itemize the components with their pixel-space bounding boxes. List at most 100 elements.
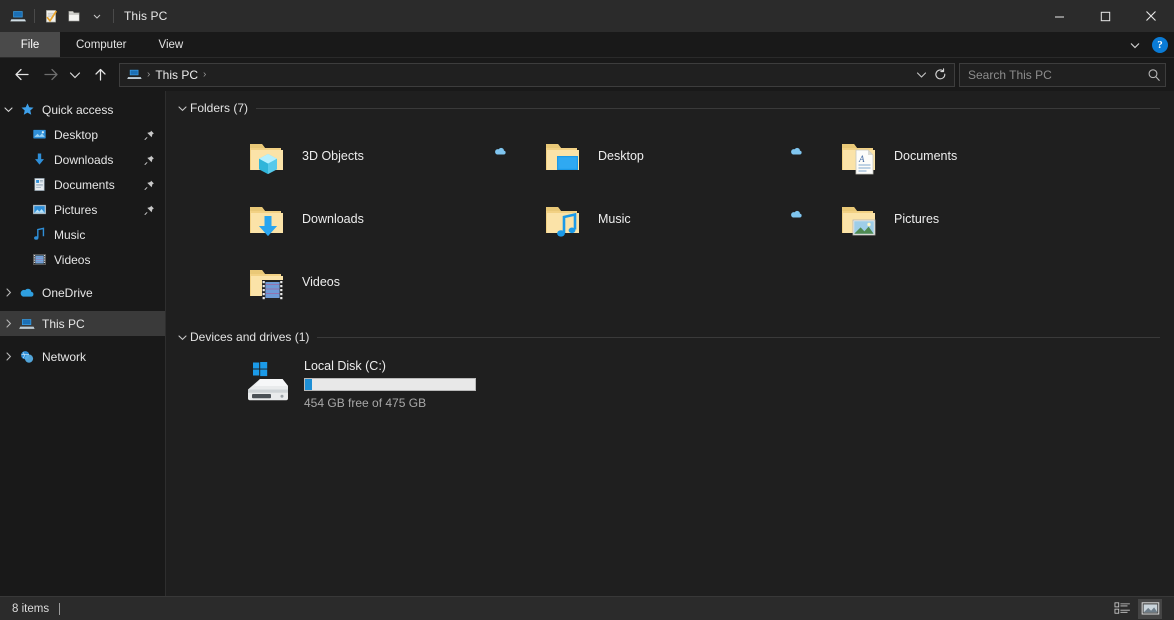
tab-computer[interactable]: Computer: [60, 32, 143, 57]
list-item[interactable]: Pictures: [780, 187, 1076, 250]
svg-text:A: A: [858, 154, 865, 164]
recent-locations-button[interactable]: [64, 62, 86, 88]
pin-icon[interactable]: [144, 154, 155, 165]
chevron-right-icon[interactable]: [0, 288, 17, 297]
sidebar-item-downloads[interactable]: Downloads: [0, 147, 165, 172]
item-label: Music: [598, 211, 631, 226]
pin-icon[interactable]: [144, 179, 155, 190]
large-icons-view-button[interactable]: [1138, 598, 1162, 619]
navigation-pane: Quick access Desktop Downloads Documents…: [0, 91, 166, 596]
videos-icon: [29, 252, 49, 267]
ribbon-expand-chevron-icon[interactable]: [1126, 36, 1144, 54]
folder-pictures-icon: [836, 195, 884, 243]
sidebar-item-this-pc[interactable]: This PC: [0, 311, 165, 336]
music-icon: [29, 227, 49, 242]
folder-tile-grid: 3D Objects Desktop A Documents Downloads…: [166, 118, 1174, 313]
sidebar-label: Pictures: [54, 202, 98, 217]
sidebar-item-onedrive[interactable]: OneDrive: [0, 280, 165, 305]
sidebar-item-music[interactable]: Music: [0, 222, 165, 247]
sidebar-item-network[interactable]: Network: [0, 344, 165, 369]
list-item[interactable]: Local Disk (C:) 454 GB free of 475 GB: [166, 347, 1174, 410]
list-item[interactable]: Downloads: [188, 187, 484, 250]
item-label: Pictures: [894, 211, 940, 226]
onedrive-cloud-status-icon: [494, 146, 507, 156]
tab-file[interactable]: File: [0, 32, 60, 57]
breadcrumb-item-this-pc[interactable]: This PC: [152, 68, 201, 82]
qat-divider-1: [34, 9, 35, 23]
cloud-icon: [17, 285, 37, 301]
sidebar-item-documents[interactable]: Documents: [0, 172, 165, 197]
details-view-button[interactable]: [1110, 599, 1134, 619]
sidebar-label: Downloads: [54, 152, 114, 167]
address-bar: › This PC › Search This PC: [0, 58, 1174, 91]
pin-icon[interactable]: [144, 129, 155, 140]
sidebar-item-pictures[interactable]: Pictures: [0, 197, 165, 222]
chevron-down-icon[interactable]: [174, 333, 190, 342]
breadcrumb-pc-icon: [126, 67, 142, 83]
sidebar-item-desktop[interactable]: Desktop: [0, 122, 165, 147]
folder-videos-icon: [244, 258, 292, 306]
capacity-bar: [304, 378, 476, 391]
sidebar-label: OneDrive: [42, 285, 93, 300]
address-dropdown-icon[interactable]: [912, 69, 930, 80]
chevron-right-icon[interactable]: [0, 352, 17, 361]
downloads-icon: [29, 152, 49, 167]
tab-view[interactable]: View: [143, 32, 200, 57]
new-folder-icon[interactable]: [63, 5, 85, 27]
chevron-down-icon[interactable]: [0, 105, 17, 114]
search-input[interactable]: Search This PC: [968, 68, 1147, 82]
drive-free-space: 454 GB free of 475 GB: [304, 396, 427, 410]
this-pc-icon: [7, 5, 29, 27]
group-header-folders[interactable]: Folders (7): [166, 98, 1174, 118]
group-title: Folders (7): [190, 101, 249, 115]
list-item[interactable]: Music: [484, 187, 780, 250]
group-header-devices[interactable]: Devices and drives (1): [166, 327, 1174, 347]
close-button[interactable]: [1128, 0, 1174, 32]
list-item[interactable]: 3D Objects: [188, 124, 484, 187]
qat-customize-chevron-icon[interactable]: [86, 5, 108, 27]
content-pane: Folders (7) 3D Objects Desktop A Documen…: [166, 91, 1174, 596]
minimize-button[interactable]: [1036, 0, 1082, 32]
onedrive-cloud-status-icon: [790, 209, 803, 219]
window-controls: [1036, 0, 1174, 32]
back-button[interactable]: [8, 62, 36, 88]
list-item[interactable]: Desktop: [484, 124, 780, 187]
qat-divider-2: [113, 9, 114, 23]
pictures-icon: [29, 202, 49, 217]
folder-music-icon: [540, 195, 588, 243]
chevron-right-icon[interactable]: [0, 319, 17, 328]
list-item[interactable]: A Documents: [780, 124, 1076, 187]
sidebar-item-videos[interactable]: Videos: [0, 247, 165, 272]
item-label: 3D Objects: [302, 148, 364, 163]
breadcrumb-separator-2[interactable]: ›: [201, 69, 208, 80]
pin-icon[interactable]: [144, 204, 155, 215]
group-divider: [317, 336, 1160, 338]
group-title: Devices and drives (1): [190, 330, 310, 344]
star-icon: [17, 102, 37, 117]
properties-icon[interactable]: [40, 5, 62, 27]
sidebar-label: Videos: [54, 252, 91, 267]
search-icon[interactable]: [1147, 68, 1161, 82]
sidebar-item-quick-access[interactable]: Quick access: [0, 97, 165, 122]
breadcrumb[interactable]: › This PC ›: [119, 62, 955, 87]
forward-button[interactable]: [36, 62, 64, 88]
maximize-button[interactable]: [1082, 0, 1128, 32]
sidebar-label: Network: [42, 349, 87, 364]
desktop-icon: [29, 127, 49, 142]
chevron-down-icon[interactable]: [174, 104, 190, 113]
status-divider: [59, 602, 61, 615]
folder-documents-icon: A: [836, 132, 884, 180]
search-box[interactable]: Search This PC: [959, 62, 1166, 87]
view-toggle-group: [1110, 598, 1168, 619]
window-body: Quick access Desktop Downloads Documents…: [0, 91, 1174, 596]
title-bar: This PC: [0, 0, 1174, 32]
list-item[interactable]: Videos: [188, 250, 484, 313]
help-button[interactable]: ?: [1152, 37, 1168, 53]
item-label: Videos: [302, 274, 340, 289]
refresh-button[interactable]: [930, 68, 950, 81]
documents-icon: [29, 177, 49, 192]
onedrive-cloud-status-icon: [790, 146, 803, 156]
item-label: Downloads: [302, 211, 364, 226]
up-button[interactable]: [86, 62, 114, 88]
breadcrumb-separator-1[interactable]: ›: [145, 69, 152, 80]
